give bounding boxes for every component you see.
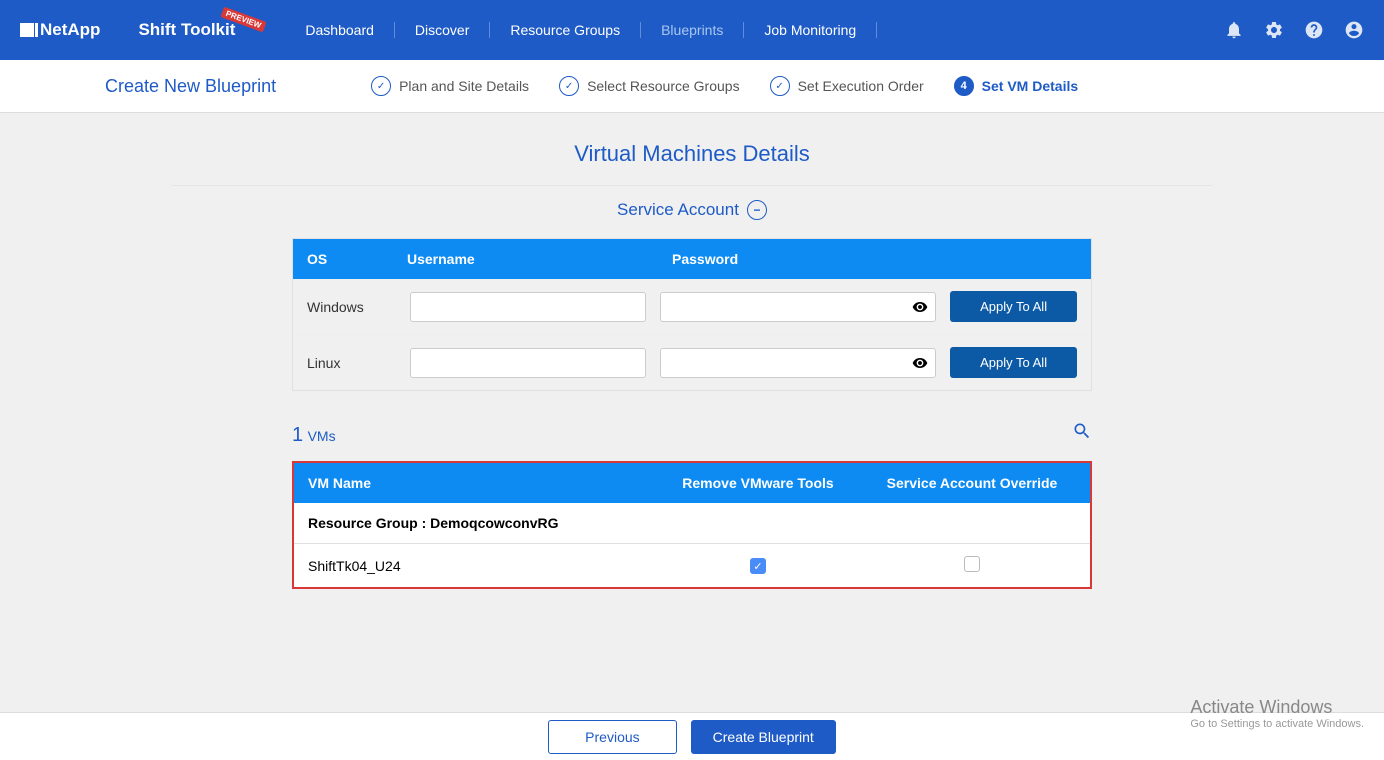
watermark-title: Activate Windows [1190, 697, 1364, 718]
vm-table: VM Name Remove VMware Tools Service Acco… [292, 461, 1092, 589]
nav-dashboard[interactable]: Dashboard [285, 22, 395, 38]
nav-blueprints[interactable]: Blueprints [641, 22, 744, 38]
vm-header-override: Service Account Override [868, 475, 1076, 491]
step-label: Set Execution Order [798, 78, 924, 94]
vm-count-number: 1 [292, 424, 303, 446]
vm-count-label: VMs [308, 428, 336, 444]
vm-header-remove: Remove VMware Tools [648, 475, 868, 491]
check-icon: ✓ [559, 76, 579, 96]
sa-header-os: OS [307, 251, 407, 267]
netapp-logo-icon [20, 23, 34, 37]
vm-row: ShiftTk04_U24 ✓ [294, 544, 1090, 587]
step-1[interactable]: ✓ Plan and Site Details [371, 76, 529, 96]
eye-icon[interactable] [912, 355, 928, 371]
step-number-icon: 4 [954, 76, 974, 96]
step-label: Set VM Details [982, 78, 1078, 94]
resource-group-row: Resource Group : DemoqcowconvRG [294, 503, 1090, 544]
vm-count: 1 VMs [292, 424, 336, 447]
brand-logo: NetApp [20, 20, 100, 40]
windows-watermark: Activate Windows Go to Settings to activ… [1190, 697, 1364, 730]
create-blueprint-button[interactable]: Create Blueprint [691, 720, 836, 754]
username-input-linux[interactable] [410, 348, 647, 378]
apply-to-all-button-windows[interactable]: Apply To All [950, 291, 1077, 322]
username-input-windows[interactable] [410, 292, 647, 322]
watermark-sub: Go to Settings to activate Windows. [1190, 718, 1364, 730]
sa-os-label: Windows [307, 299, 396, 315]
step-4[interactable]: 4 Set VM Details [954, 76, 1078, 96]
nav-resource-groups[interactable]: Resource Groups [490, 22, 641, 38]
step-label: Select Resource Groups [587, 78, 740, 94]
sa-row-linux: Linux Apply To All [293, 334, 1091, 390]
service-account-override-checkbox[interactable] [964, 556, 980, 572]
brand-name: NetApp [40, 20, 100, 40]
apply-to-all-button-linux[interactable]: Apply To All [950, 347, 1077, 378]
app-name-label: Shift Toolkit [138, 20, 235, 39]
step-2[interactable]: ✓ Select Resource Groups [559, 76, 740, 96]
step-3[interactable]: ✓ Set Execution Order [770, 76, 924, 96]
password-input-linux[interactable] [660, 348, 936, 378]
nav-discover[interactable]: Discover [395, 22, 490, 38]
service-account-label: Service Account [617, 200, 739, 220]
sa-row-windows: Windows Apply To All [293, 279, 1091, 334]
eye-icon[interactable] [912, 299, 928, 315]
check-icon: ✓ [770, 76, 790, 96]
sa-os-label: Linux [307, 355, 396, 371]
divider [172, 185, 1212, 186]
gear-icon[interactable] [1264, 20, 1284, 40]
bell-icon[interactable] [1224, 20, 1244, 40]
app-name: Shift Toolkit PREVIEW [138, 20, 235, 40]
wizard-title: Create New Blueprint [105, 76, 276, 97]
help-icon[interactable] [1304, 20, 1324, 40]
vm-header-name: VM Name [308, 475, 648, 491]
search-icon[interactable] [1072, 421, 1092, 441]
user-icon[interactable] [1344, 20, 1364, 40]
collapse-icon[interactable]: − [747, 200, 767, 220]
sa-header-pass: Password [672, 251, 1077, 267]
password-input-windows[interactable] [660, 292, 936, 322]
step-label: Plan and Site Details [399, 78, 529, 94]
service-account-header[interactable]: Service Account − [617, 200, 767, 220]
nav-job-monitoring[interactable]: Job Monitoring [744, 22, 877, 38]
service-account-table: OS Username Password Windows Apply To All… [292, 238, 1092, 391]
remove-vmware-tools-checkbox[interactable]: ✓ [750, 558, 766, 574]
check-icon: ✓ [371, 76, 391, 96]
previous-button[interactable]: Previous [548, 720, 676, 754]
section-title: Virtual Machines Details [574, 141, 810, 167]
sa-header-user: Username [407, 251, 672, 267]
vm-name: ShiftTk04_U24 [308, 558, 648, 574]
